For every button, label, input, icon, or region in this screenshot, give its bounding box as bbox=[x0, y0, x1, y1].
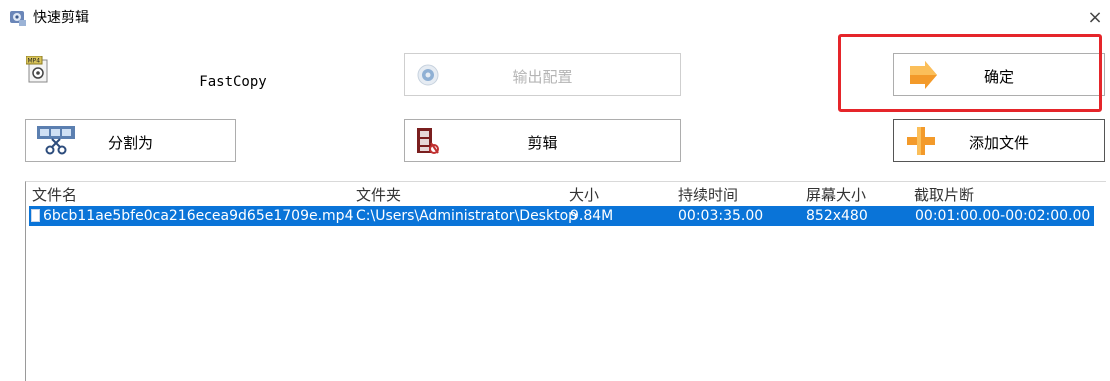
mp4-file-icon: MP4 bbox=[26, 56, 48, 83]
column-header-duration[interactable]: 持续时间 bbox=[678, 184, 738, 205]
cell-resolution: 852x480 bbox=[806, 208, 868, 224]
cell-size: 9.84M bbox=[570, 208, 614, 224]
split-label: 分割为 bbox=[107, 134, 153, 152]
column-header-size[interactable]: 大小 bbox=[569, 184, 599, 205]
confirm-button[interactable]: 确定 bbox=[893, 53, 1105, 96]
title-bar: 快速剪辑 × bbox=[0, 0, 1110, 40]
edit-button[interactable]: 剪辑 bbox=[404, 119, 681, 162]
table-row[interactable]: 6bcb11ae5bfe0ca216ecea9d65e1709e.mp4 C:\… bbox=[29, 206, 1094, 226]
window-title: 快速剪辑 bbox=[33, 10, 89, 26]
output-config-button[interactable]: 输出配置 bbox=[404, 53, 681, 96]
add-file-button[interactable]: 添加文件 bbox=[893, 119, 1105, 162]
cell-duration: 00:03:35.00 bbox=[678, 208, 764, 224]
cell-segment: 00:01:00.00-00:02:00.00 bbox=[915, 208, 1091, 224]
cell-folder: C:\Users\Administrator\Desktop bbox=[356, 208, 578, 224]
column-header-resolution[interactable]: 屏幕大小 bbox=[806, 184, 866, 205]
cell-name: 6bcb11ae5bfe0ca216ecea9d65e1709e.mp4 bbox=[43, 208, 354, 224]
add-file-label: 添加文件 bbox=[968, 134, 1029, 152]
column-header-folder[interactable]: 文件夹 bbox=[356, 184, 401, 205]
column-header-name[interactable]: 文件名 bbox=[32, 184, 77, 205]
column-header-segment[interactable]: 截取片断 bbox=[914, 184, 974, 205]
app-icon bbox=[10, 11, 26, 26]
fastcopy-label: FastCopy bbox=[199, 74, 267, 90]
confirm-label: 确定 bbox=[983, 68, 1014, 86]
edit-label: 剪辑 bbox=[527, 134, 558, 152]
close-icon[interactable]: × bbox=[1087, 9, 1103, 27]
file-list[interactable]: 文件名 文件夹 大小 持续时间 屏幕大小 截取片断 6bcb11ae5bfe0c… bbox=[25, 181, 1106, 381]
output-config-label: 输出配置 bbox=[512, 68, 573, 86]
video-file-icon bbox=[31, 209, 40, 222]
split-button[interactable]: 分割为 bbox=[25, 119, 236, 162]
svg-text:MP4: MP4 bbox=[28, 58, 41, 65]
file-list-header: 文件名 文件夹 大小 持续时间 屏幕大小 截取片断 bbox=[26, 182, 1106, 204]
